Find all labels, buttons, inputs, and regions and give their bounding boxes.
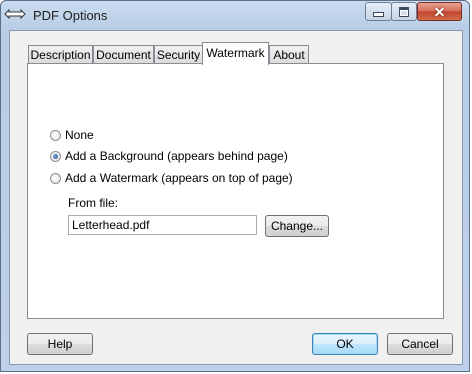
radio-option-watermark[interactable]: Add a Watermark (appears on top of page): [50, 170, 293, 186]
window-title: PDF Options: [33, 8, 108, 23]
tab-watermark[interactable]: Watermark: [202, 42, 269, 65]
minimize-icon: [373, 12, 384, 17]
radio-label: Add a Background (appears behind page): [65, 149, 288, 163]
close-icon: ✕: [433, 3, 446, 20]
tab-security[interactable]: Security: [154, 45, 203, 64]
radio-button[interactable]: [50, 150, 61, 162]
cancel-button[interactable]: Cancel: [387, 333, 453, 355]
radio-label: None: [65, 128, 94, 142]
change-file-button[interactable]: Change...: [265, 215, 329, 237]
ok-button[interactable]: OK: [312, 333, 378, 355]
watermark-panel: None Add a Background (appears behind pa…: [27, 63, 444, 319]
tab-document[interactable]: Document: [93, 45, 154, 64]
radio-option-none[interactable]: None: [50, 127, 94, 143]
minimize-button[interactable]: [365, 2, 392, 21]
radio-option-background[interactable]: Add a Background (appears behind page): [50, 148, 288, 164]
maximize-icon: [399, 6, 409, 17]
radio-button[interactable]: [50, 129, 61, 141]
pdf-options-window: PDF Options ✕ Description Document Secur…: [0, 0, 470, 372]
help-button[interactable]: Help: [27, 333, 93, 355]
radio-button[interactable]: [50, 172, 61, 184]
file-path-input[interactable]: [68, 215, 257, 235]
from-file-label: From file:: [68, 196, 119, 210]
maximize-button[interactable]: [391, 2, 417, 21]
tab-about[interactable]: About: [269, 45, 309, 64]
tab-description[interactable]: Description: [28, 45, 93, 64]
title-bar[interactable]: PDF Options ✕: [1, 1, 469, 29]
radio-label: Add a Watermark (appears on top of page): [65, 171, 293, 185]
printer-icon: [4, 7, 26, 21]
dialog-body: Description Document Security Watermark …: [9, 30, 463, 365]
close-button[interactable]: ✕: [417, 2, 462, 21]
